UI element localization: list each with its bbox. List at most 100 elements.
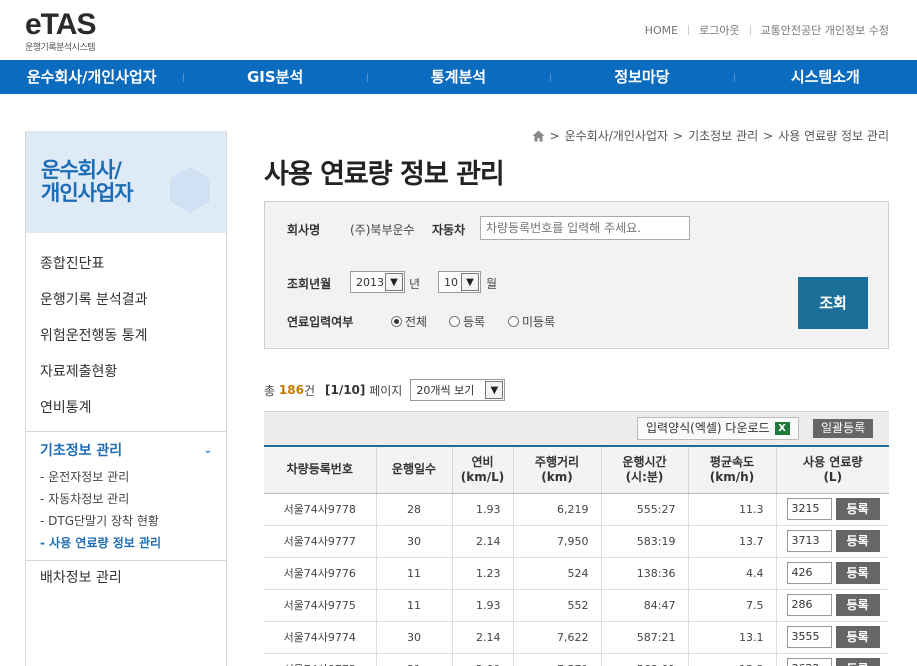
radio-unregistered[interactable]: 미등록 <box>508 313 555 330</box>
radio-registered[interactable]: 등록 <box>449 313 485 330</box>
cell-days: 11 <box>375 557 452 590</box>
home-link[interactable]: HOME <box>645 24 678 37</box>
breadcrumb-item[interactable]: 기초정보 관리 <box>688 127 758 144</box>
sidebar-sub-driver[interactable]: - 운전자정보 관리 <box>40 466 212 488</box>
register-button[interactable]: 등록 <box>835 658 880 666</box>
table-row: 서울74사9774 30 2.14 7,622 587:21 13.1 3555 등록 <box>264 621 889 654</box>
cell-plate: 서울74사9773 <box>264 653 376 666</box>
logo-subtitle: 운행기록분석시스템 <box>25 43 96 53</box>
fuel-amount-input[interactable]: 3555 <box>786 626 832 648</box>
company-value: (주)북부운수 <box>350 223 415 237</box>
nav-system-intro[interactable]: 시스템소개 <box>733 60 917 94</box>
breadcrumb-item[interactable]: 운수회사/개인사업자 <box>565 127 668 144</box>
radio-unchecked-icon <box>449 316 460 327</box>
logout-link[interactable]: 로그아웃 <box>699 22 739 38</box>
sidebar-item-risk-stats[interactable]: 위험운전행동 통계 <box>26 321 226 357</box>
cell-speed: 13.7 <box>687 525 776 558</box>
column-header-text: 연비 <box>471 454 494 469</box>
table-row: 서울74사9773312.097,571568:0113.33622등록 <box>264 653 889 666</box>
cell-days: 30 <box>375 525 452 558</box>
register-button[interactable]: 등록 <box>835 626 880 648</box>
register-button[interactable]: 등록 <box>835 530 880 552</box>
nav-statistics[interactable]: 통계분석 <box>366 60 550 94</box>
cell-dist: 6,219 <box>512 493 601 526</box>
fuel-amount-input[interactable]: 426 <box>786 562 832 584</box>
sidebar-item-fuel-stats[interactable]: 연비통계 <box>26 393 226 429</box>
month-select[interactable]: 10 ▼ <box>438 271 481 293</box>
radio-unchecked-icon <box>508 316 519 327</box>
table-header-row: 차량등록번호 운행일수 연비 (km/L) 주행거리 (km) 운행시간 (시:분) 평균속도(… <box>264 445 889 494</box>
hexagon-decoration-icon <box>168 165 212 215</box>
chevron-right-icon: > <box>763 128 774 143</box>
sidebar-item-analysis-result[interactable]: 운행기록 분석결과 <box>26 285 226 321</box>
table-body: 서울74사9778 28 1.93 6,219 555:27 11.3 3215 등록 서울74… <box>264 493 889 666</box>
top-links: HOME 로그아웃 교통안전공단 개인정보 수정 <box>645 22 889 38</box>
register-button[interactable]: 등록 <box>835 498 880 520</box>
fuel-table-section: 입력양식(엑셀) 다운로드 X 일괄등록 차량등록번호 운행일수 연비 (km/L) 주… <box>264 411 889 666</box>
cell-fuel: 426 등록 <box>775 557 889 590</box>
home-icon[interactable] <box>532 130 545 142</box>
cell-time: 568:01 <box>600 653 688 666</box>
table-toolbar: 입력양식(엑셀) 다운로드 X 일괄등록 <box>264 411 889 445</box>
table-row: 서울74사9775 11 1.93 552 84:47 7.5 286 등록 <box>264 589 889 622</box>
radio-checked-icon <box>391 316 402 327</box>
cell-fuel: 286 등록 <box>775 589 889 622</box>
cell-time: 555:27 <box>600 493 688 526</box>
search-button[interactable]: 조회 <box>798 277 868 329</box>
column-header-fuel: 사용 연료량 (L) <box>775 445 889 494</box>
result-summary: 총 186 건 [1/10] 페이지 20개씩 보기 ▼ <box>264 379 506 401</box>
register-button[interactable]: 등록 <box>835 594 880 616</box>
fuel-amount-input[interactable]: 3713 <box>786 530 832 552</box>
nav-gis-analysis[interactable]: GIS분석 <box>183 60 366 94</box>
nav-transport-company[interactable]: 운수회사/개인사업자 <box>0 60 183 94</box>
column-header-plate: 차량등록번호 <box>264 445 376 494</box>
chevron-right-icon: > <box>673 128 684 143</box>
vehicle-search-input[interactable] <box>480 216 690 240</box>
table-row: 서울74사9777 30 2.14 7,950 583:19 13.7 3713 등록 <box>264 525 889 558</box>
sidebar-sub-vehicle[interactable]: - 자동차정보 관리 <box>40 488 212 510</box>
sidebar-item-basic-info[interactable]: 기초정보 관리 ⌄ <box>26 436 226 466</box>
excel-download-button[interactable]: 입력양식(엑셀) 다운로드 X <box>637 417 799 440</box>
per-page-select[interactable]: 20개씩 보기 ▼ <box>410 379 506 401</box>
etas-logo[interactable]: eTAS 운행기록분석시스템 <box>25 10 96 54</box>
cell-fuel: 3555 등록 <box>775 621 889 654</box>
fuel-amount-input[interactable]: 3622 <box>786 658 832 666</box>
register-button[interactable]: 등록 <box>835 562 880 584</box>
column-header-text: (km/h) <box>709 469 755 484</box>
cell-plate: 서울74사9775 <box>264 589 376 622</box>
page-indicator: [1/10] <box>324 383 366 397</box>
cell-time: 138:36 <box>600 557 688 590</box>
edit-profile-link[interactable]: 교통안전공단 개인정보 수정 <box>761 22 889 38</box>
cell-eff: 1.93 <box>451 589 513 622</box>
column-header-text: 주행거리 <box>534 454 580 469</box>
fuel-amount-input[interactable]: 3215 <box>786 498 832 520</box>
divider <box>749 25 751 35</box>
sidebar-sub-dtg[interactable]: - DTG단말기 장착 현황 <box>40 510 212 532</box>
chevron-down-icon: ▼ <box>385 273 403 291</box>
cell-speed: 7.5 <box>687 589 776 622</box>
year-select[interactable]: 2013 ▼ <box>350 271 405 293</box>
cell-days: 28 <box>375 493 452 526</box>
year-unit: 년 <box>409 277 421 291</box>
sidebar-sub-fuel[interactable]: - 사용 연료량 정보 관리 <box>40 532 212 554</box>
sidebar: 운수회사/ 개인사업자 종합진단표 운행기록 분석결과 위험운전행동 통계 자료… <box>25 131 227 666</box>
bulk-register-button[interactable]: 일괄등록 <box>813 419 874 438</box>
vehicle-label: 자동차 <box>432 223 466 237</box>
cell-speed: 13.1 <box>687 621 776 654</box>
nav-info[interactable]: 정보마당 <box>550 60 733 94</box>
sidebar-item-dispatch[interactable]: 배차정보 관리 <box>26 563 226 599</box>
sidebar-item-summary[interactable]: 종합진단표 <box>26 249 226 285</box>
cell-days: 11 <box>375 589 452 622</box>
fuel-amount-input[interactable]: 286 <box>786 594 832 616</box>
cell-eff: 2.09 <box>451 653 513 666</box>
sidebar-item-submission[interactable]: 자료제출현황 <box>26 357 226 393</box>
radio-all[interactable]: 전체 <box>391 313 427 330</box>
cell-dist: 524 <box>512 557 601 590</box>
cell-plate: 서울74사9777 <box>264 525 376 558</box>
chevron-down-icon: ▼ <box>461 273 479 291</box>
cell-plate: 서울74사9774 <box>264 621 376 654</box>
cell-plate: 서울74사9778 <box>264 493 376 526</box>
cell-speed: 13.3 <box>687 653 776 666</box>
column-header-text: (L) <box>823 469 843 484</box>
sidebar-header: 운수회사/ 개인사업자 <box>26 131 226 233</box>
